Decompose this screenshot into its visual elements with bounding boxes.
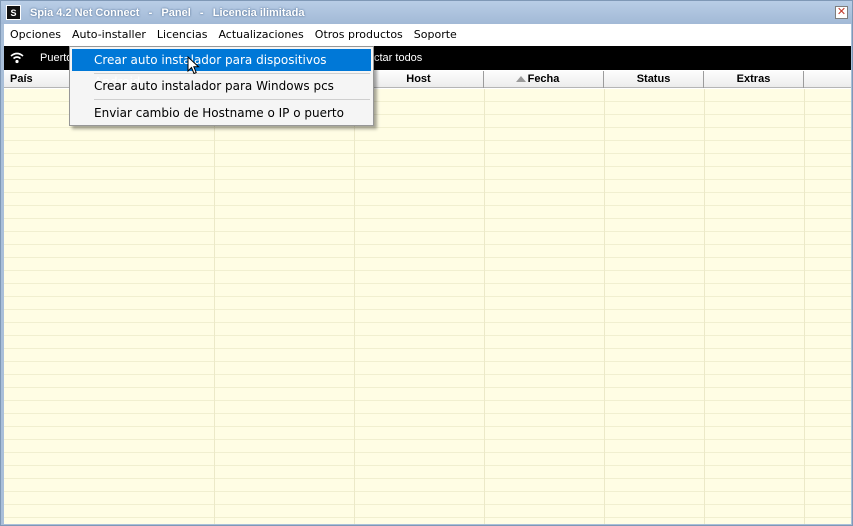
menu-soporte[interactable]: Soporte	[408, 24, 462, 45]
window-title: Spia 4.2 Net Connect - Panel - Licencia …	[30, 6, 305, 19]
column-fecha-label: Fecha	[527, 73, 560, 85]
menu-licencias[interactable]: Licencias	[151, 24, 213, 45]
app-logo-icon: S	[6, 5, 21, 20]
column-extras[interactable]: Extras	[704, 71, 804, 88]
wifi-icon[interactable]	[10, 52, 24, 64]
menu-actualizaciones[interactable]: Actualizaciones	[212, 24, 308, 45]
grid-divider	[484, 89, 485, 524]
grid-divider	[804, 89, 805, 524]
title-bar[interactable]: S Spia 4.2 Net Connect - Panel - Licenci…	[1, 1, 852, 24]
mouse-pointer-icon	[187, 56, 200, 75]
close-icon[interactable]: ✕	[835, 6, 848, 19]
column-fecha[interactable]: Fecha	[484, 71, 604, 88]
auto-installer-dropdown: Crear auto instalador para dispositivos …	[69, 46, 374, 126]
menu-separator	[94, 99, 370, 100]
column-status[interactable]: Status	[604, 71, 704, 88]
menu-item-create-android-installer[interactable]: Crear auto instalador para dispositivos …	[72, 49, 371, 89]
menu-opciones[interactable]: Opciones	[4, 24, 66, 45]
grid-body[interactable]	[4, 89, 851, 524]
grid-divider	[214, 89, 215, 524]
grid-divider	[354, 89, 355, 524]
grid-divider	[604, 89, 605, 524]
menu-bar: Opciones Auto-installer Licencias Actual…	[4, 24, 851, 45]
menu-item-send-hostname-change[interactable]: Enviar cambio de Hostname o IP o puerto	[72, 102, 371, 124]
grid-divider	[704, 89, 705, 524]
select-all-button[interactable]: ctar todos	[374, 46, 422, 70]
menu-otros-productos[interactable]: Otros productos	[309, 24, 408, 45]
menu-separator	[94, 73, 370, 74]
port-button[interactable]: Puerto	[40, 46, 72, 70]
menu-auto-installer[interactable]: Auto-installer	[65, 24, 151, 45]
sort-ascending-icon	[516, 76, 526, 82]
main-window: S Spia 4.2 Net Connect - Panel - Licenci…	[0, 0, 853, 526]
menu-item-create-windows-installer[interactable]: Crear auto instalador para Windows pcs	[72, 75, 371, 97]
